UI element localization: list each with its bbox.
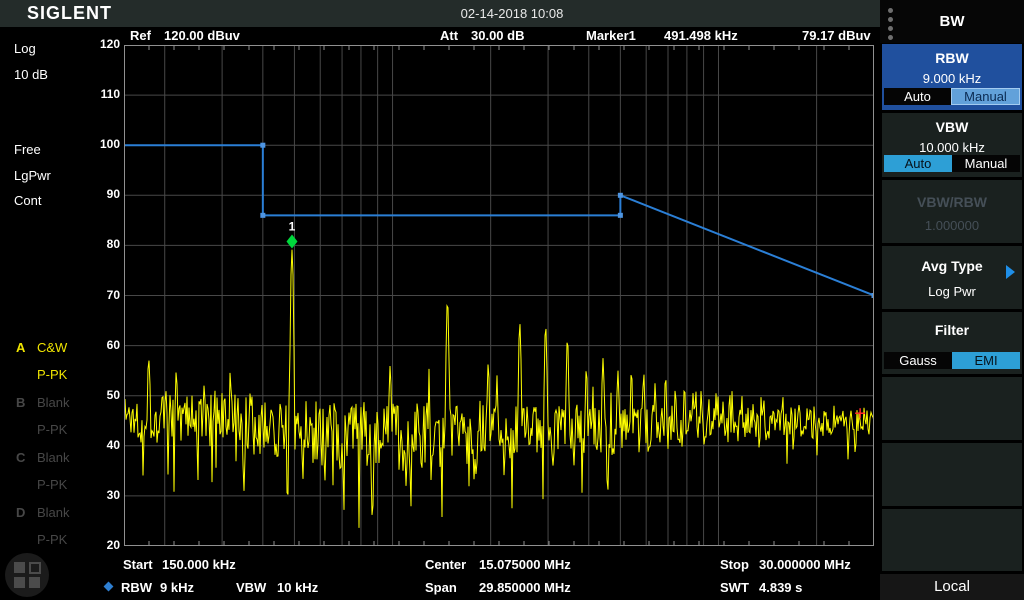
vbw-status-value: 10 kHz [277, 580, 318, 595]
span-label: Span [425, 580, 457, 595]
spectrum-analyzer-screen: SIGLENT 02-14-2018 10:08 Ref 120.00 dBuv… [0, 0, 1024, 600]
vbw-rbw-value: 1.000000 [882, 218, 1022, 233]
trace-c-detector: P-PK [37, 477, 67, 492]
span-value: 29.850000 MHz [479, 580, 571, 595]
trace-b-letter: B [16, 395, 25, 410]
trace-a-detector: P-PK [37, 367, 67, 382]
trace-c-mode: Blank [37, 450, 70, 465]
y-axis-tick-label: 110 [88, 87, 120, 101]
attenuation-value: 30.00 dB [471, 28, 524, 43]
sweep-time-label: SWT [720, 580, 749, 595]
trace-d-letter: D [16, 505, 25, 520]
rbw-status-label: RBW [121, 580, 152, 595]
limit-line-node [618, 193, 623, 198]
marker1-label: Marker1 [586, 28, 636, 43]
marker1-id-label: 1 [289, 220, 296, 234]
trace-a-indicator-icon [105, 583, 112, 590]
vbw-rbw-ratio-softkey-button[interactable]: VBW/RBW 1.000000 [882, 180, 1022, 243]
avg-type-value: Log Pwr [882, 284, 1022, 299]
center-freq-value: 15.075000 MHz [479, 557, 571, 572]
y-axis-tick-label: 100 [88, 137, 120, 151]
rbw-status-value: 9 kHz [160, 580, 194, 595]
rbw-softkey-button[interactable]: RBW 9.000 kHz Auto Manual [882, 44, 1022, 110]
limit-line [124, 145, 874, 295]
filter-title: Filter [882, 322, 1022, 338]
y-axis-tick-label: 80 [88, 237, 120, 251]
start-freq-label: Start [123, 557, 153, 572]
rbw-value: 9.000 kHz [882, 71, 1022, 86]
vbw-manual-toggle[interactable]: Manual [952, 155, 1020, 172]
brand-logo: SIGLENT [27, 3, 112, 24]
y-axis-tick-label: 50 [88, 388, 120, 402]
marker1-diamond-icon [286, 235, 297, 249]
limit-line-node [260, 143, 265, 148]
amplitude-scale-label: Log [14, 41, 36, 56]
blank-softkey-slot-1 [882, 377, 1022, 440]
trace-c-letter: C [16, 450, 25, 465]
y-axis-tick-label: 70 [88, 288, 120, 302]
ref-level-label: Ref [130, 28, 151, 43]
y-axis-tick-label: 60 [88, 338, 120, 352]
center-freq-label: Center [425, 557, 466, 572]
scale-per-div-label: 10 dB [14, 67, 48, 82]
trigger-mode-label: Free [14, 142, 41, 157]
ref-level-value: 120.00 dBuv [164, 28, 240, 43]
vbw-status-label: VBW [236, 580, 266, 595]
trace-b-mode: Blank [37, 395, 70, 410]
menu-title: BW [880, 13, 1024, 30]
rbw-manual-toggle[interactable]: Manual [951, 88, 1020, 105]
softkey-menu-panel: BW RBW 9.000 kHz Auto Manual VBW 10.000 … [880, 0, 1024, 600]
sweep-mode-label: Cont [14, 193, 41, 208]
trace-a-polyline [124, 250, 874, 528]
stop-freq-value: 30.000000 MHz [759, 557, 851, 572]
vbw-value: 10.000 kHz [882, 140, 1022, 155]
limit-line-node [618, 213, 623, 218]
marker1-level: 79.17 dBuv [802, 28, 871, 43]
menu-header: BW [880, 0, 1024, 43]
filter-softkey-button[interactable]: Filter Gauss EMI [882, 312, 1022, 374]
start-freq-value: 150.000 kHz [162, 557, 236, 572]
trace-a-letter: A [16, 340, 25, 355]
trace-b-detector: P-PK [37, 422, 67, 437]
home-menu-button[interactable] [5, 553, 49, 597]
vbw-softkey-button[interactable]: VBW 10.000 kHz Auto Manual [882, 113, 1022, 177]
y-axis-tick-label: 90 [88, 187, 120, 201]
sweep-time-value: 4.839 s [759, 580, 802, 595]
stop-freq-label: Stop [720, 557, 749, 572]
vbw-auto-toggle[interactable]: Auto [884, 155, 952, 172]
vbw-rbw-title: VBW/RBW [882, 194, 1022, 210]
filter-emi-toggle[interactable]: EMI [952, 352, 1020, 369]
local-button[interactable]: Local [880, 574, 1024, 600]
trace-d-mode: Blank [37, 505, 70, 520]
measurement-header-row: Ref 120.00 dBuv Att 30.00 dB Marker1 491… [124, 27, 874, 45]
trace-d-detector: P-PK [37, 532, 67, 547]
avg-type-title: Avg Type [882, 258, 1022, 274]
limit-line-node [260, 213, 265, 218]
title-bar: SIGLENT 02-14-2018 10:08 [0, 0, 880, 27]
filter-gauss-toggle[interactable]: Gauss [884, 352, 952, 369]
blank-softkey-slot-3 [882, 509, 1022, 571]
status-bar: Start 150.000 kHz Center 15.075000 MHz S… [100, 552, 880, 600]
rbw-auto-toggle[interactable]: Auto [884, 88, 951, 105]
submenu-arrow-icon [1006, 265, 1015, 279]
y-axis-tick-label: 30 [88, 488, 120, 502]
avg-type-softkey-button[interactable]: Avg Type Log Pwr [882, 246, 1022, 309]
avg-power-label: LgPwr [14, 168, 51, 183]
marker1-frequency: 491.498 kHz [664, 28, 738, 43]
spectrum-chart: 1 [124, 45, 874, 546]
vbw-title: VBW [882, 119, 1022, 135]
y-axis-tick-label: 120 [88, 37, 120, 51]
y-axis-tick-label: 40 [88, 438, 120, 452]
y-axis-tick-label: 20 [88, 538, 120, 552]
datetime-display: 02-14-2018 10:08 [461, 6, 564, 21]
trace-a-mode: C&W [37, 340, 67, 355]
attenuation-label: Att [440, 28, 458, 43]
blank-softkey-slot-2 [882, 443, 1022, 506]
rbw-title: RBW [882, 50, 1022, 66]
